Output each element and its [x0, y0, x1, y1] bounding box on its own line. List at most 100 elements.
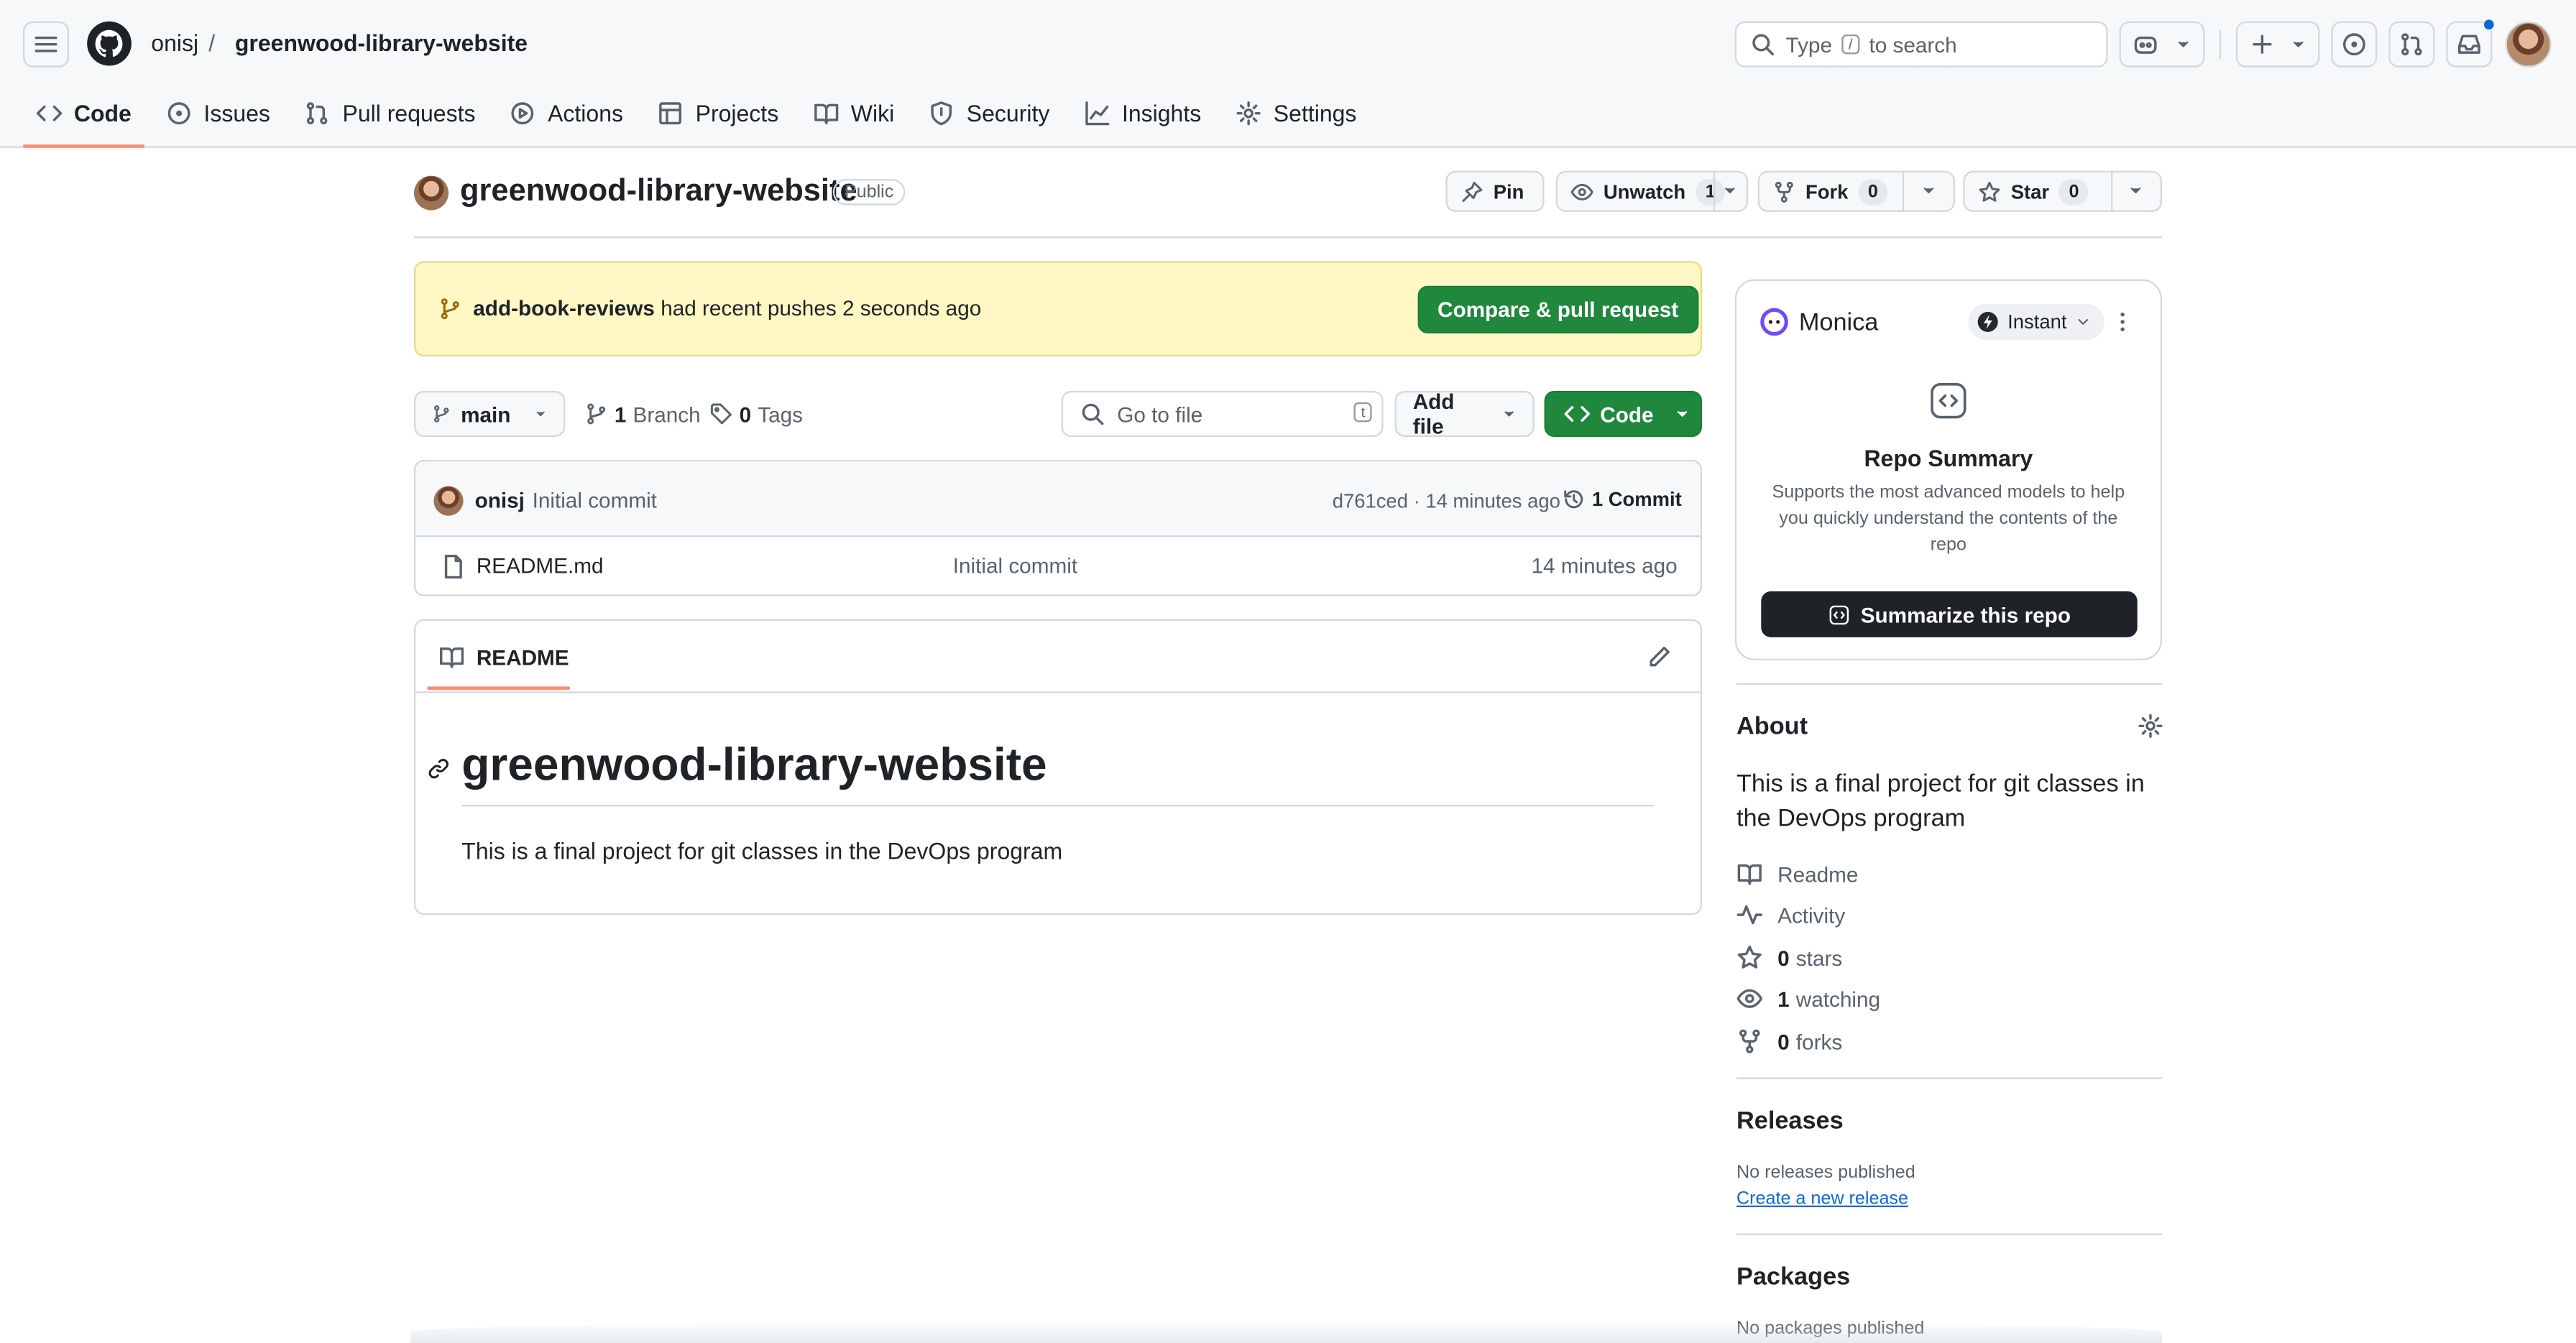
- readme-link[interactable]: Readme: [1736, 861, 1858, 887]
- pencil-icon[interactable]: [1646, 644, 1673, 670]
- tags-link[interactable]: 0 Tags: [709, 401, 803, 428]
- packages-title[interactable]: Packages: [1736, 1263, 1850, 1291]
- code-box-icon: [1931, 383, 1966, 419]
- unwatch-label: Unwatch: [1603, 180, 1686, 203]
- menu-button[interactable]: [22, 21, 69, 68]
- gear-icon[interactable]: [2138, 713, 2164, 739]
- commits-link[interactable]: 1 Commit: [1563, 486, 1682, 513]
- copilot-button[interactable]: [2119, 21, 2205, 68]
- tab-wiki[interactable]: Wiki: [800, 92, 908, 134]
- avatar[interactable]: [433, 486, 464, 516]
- file-icon: [444, 554, 462, 579]
- star-icon: [1979, 180, 2000, 201]
- file-table: onisj Initial commit d761ced · 14 minute…: [413, 459, 1702, 596]
- tab-insights[interactable]: Insights: [1071, 92, 1214, 134]
- fork-icon: [1775, 180, 1793, 202]
- book-icon: [439, 647, 464, 668]
- mode-label: Instant: [2007, 310, 2067, 333]
- watching-link[interactable]: 1 watching: [1736, 985, 1880, 1012]
- unwatch-button[interactable]: Unwatch 1: [1555, 170, 1748, 212]
- branch-count: 1: [614, 401, 627, 427]
- compare-pull-request-button[interactable]: Compare & pull request: [1417, 285, 1698, 333]
- chevron-down-icon[interactable]: [1721, 183, 1738, 199]
- owner-avatar[interactable]: [413, 175, 448, 211]
- tab-actions[interactable]: Actions: [497, 92, 636, 134]
- code-button[interactable]: Code: [1544, 390, 1702, 437]
- stars-link[interactable]: 0 stars: [1736, 944, 1842, 971]
- monica-description: Supports the most advanced models to hel…: [1772, 482, 2125, 555]
- issues-button[interactable]: [2331, 21, 2378, 68]
- tab-security[interactable]: Security: [916, 92, 1063, 134]
- pin-button[interactable]: Pin: [1445, 170, 1545, 212]
- branch-label: Branch: [632, 401, 701, 427]
- tab-issues[interactable]: Issues: [153, 92, 284, 134]
- pull-requests-button[interactable]: [2388, 21, 2435, 68]
- breadcrumb-owner[interactable]: onisj: [151, 29, 198, 56]
- book-icon: [814, 103, 839, 125]
- search-input[interactable]: Type / to search: [1734, 21, 2108, 68]
- commit-hash-time[interactable]: d761ced · 14 minutes ago: [1333, 489, 1560, 512]
- no-releases-text: No releases published: [1736, 1163, 1915, 1183]
- star-icon: [1737, 945, 1762, 969]
- divider: [1902, 170, 1905, 212]
- tab-label: Issues: [203, 100, 270, 126]
- file-name[interactable]: README.md: [477, 553, 604, 578]
- divider: [1736, 1077, 2162, 1079]
- inbox-icon: [2457, 34, 2480, 54]
- tab-label: Projects: [695, 100, 779, 126]
- breadcrumb-repo[interactable]: greenwood-library-website: [235, 29, 528, 56]
- tab-readme[interactable]: README: [438, 644, 569, 670]
- tab-pull-requests[interactable]: Pull requests: [292, 92, 489, 134]
- repo-tabs: Code Issues Pull requests Actions Projec…: [22, 92, 1378, 148]
- commit-message[interactable]: Initial commit: [533, 488, 657, 512]
- pull-request-icon: [2401, 33, 2422, 56]
- summarize-repo-button[interactable]: Summarize this repo: [1761, 591, 2138, 637]
- gear-icon: [1236, 101, 1261, 126]
- tab-label: Pull requests: [342, 100, 476, 126]
- bottom-shadow: [410, 1320, 2162, 1343]
- file-commit-message[interactable]: Initial commit: [953, 553, 1077, 578]
- kebab-menu-icon[interactable]: [2110, 309, 2136, 336]
- chevron-down-icon[interactable]: [1920, 183, 1937, 199]
- add-file-button[interactable]: Add file: [1394, 389, 1535, 438]
- readme-panel: README greenwood-library-website This is…: [413, 619, 1702, 915]
- link-icon[interactable]: [427, 755, 450, 782]
- search-icon: [1082, 403, 1104, 425]
- tab-projects[interactable]: Projects: [645, 92, 792, 134]
- branches-link[interactable]: 1 Branch: [585, 401, 701, 428]
- chevron-down-icon[interactable]: [2128, 183, 2144, 199]
- github-logo-icon[interactable]: [87, 21, 132, 66]
- monica-logo-icon: [1760, 308, 1788, 336]
- about-title: About: [1736, 712, 1808, 741]
- releases-title[interactable]: Releases: [1736, 1107, 1844, 1135]
- tab-label: Settings: [1273, 100, 1357, 126]
- code-icon: [1564, 406, 1590, 422]
- commit-count: 1 Commit: [1591, 487, 1682, 511]
- create-new-button[interactable]: [2235, 21, 2320, 68]
- play-icon: [512, 102, 535, 125]
- watch-count: 1: [1695, 177, 1726, 205]
- branch-icon: [441, 298, 459, 320]
- notification-dot: [2482, 18, 2496, 32]
- create-release-link[interactable]: Create a new release: [1736, 1189, 1908, 1209]
- summarize-label: Summarize this repo: [1860, 601, 2071, 627]
- breadcrumb-separator: /: [208, 29, 216, 56]
- repo-title[interactable]: greenwood-library-website: [460, 174, 857, 210]
- branch-selector[interactable]: main: [413, 390, 566, 437]
- forks-link[interactable]: 0 forks: [1736, 1028, 1842, 1055]
- tab-settings[interactable]: Settings: [1223, 92, 1370, 134]
- banner-branch[interactable]: add-book-reviews: [473, 295, 655, 320]
- go-to-file-input[interactable]: Go to file t: [1061, 390, 1384, 437]
- mode-selector[interactable]: Instant: [1968, 303, 2105, 341]
- latest-commit-row: onisj Initial commit d761ced · 14 minute…: [415, 461, 1701, 537]
- table-icon: [659, 102, 682, 125]
- table-row[interactable]: README.md Initial commit 14 minutes ago: [415, 537, 1700, 594]
- tab-code[interactable]: Code: [22, 92, 145, 148]
- branch-icon: [587, 403, 606, 425]
- fork-count: 0: [1858, 177, 1888, 205]
- stars-label: stars: [1795, 945, 1843, 970]
- chevron-down-icon: [2293, 41, 2304, 47]
- activity-link[interactable]: Activity: [1736, 902, 1845, 928]
- commit-author[interactable]: onisj: [475, 488, 525, 512]
- avatar[interactable]: [2505, 21, 2552, 68]
